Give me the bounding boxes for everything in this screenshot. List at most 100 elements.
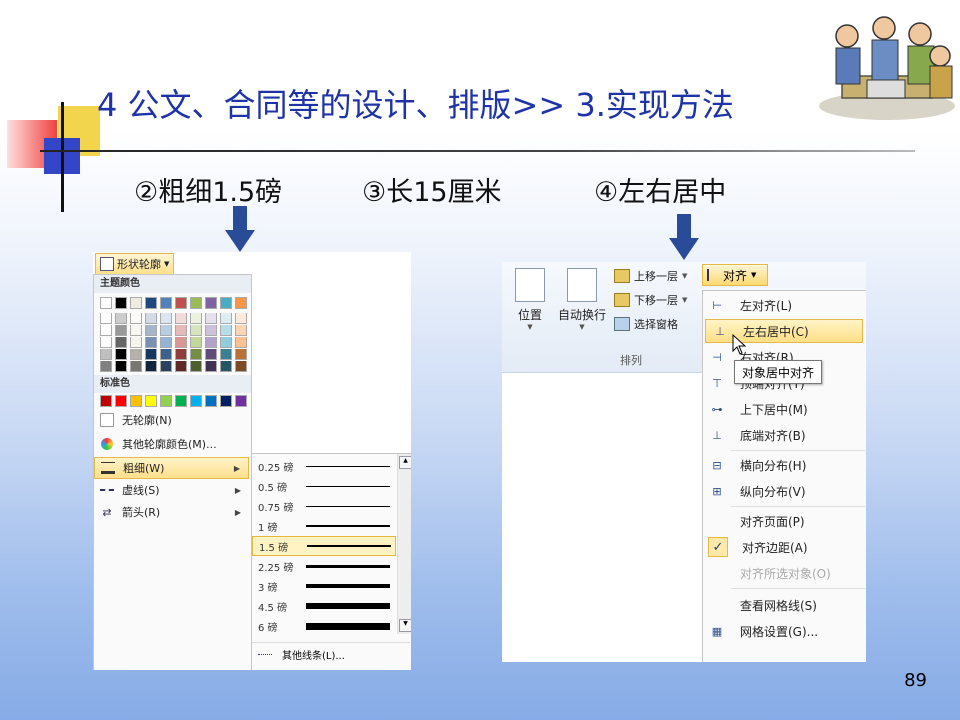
color-swatch[interactable] [175, 337, 187, 348]
selection-pane-button[interactable]: 选择窗格 [614, 316, 678, 332]
color-swatch[interactable] [160, 361, 172, 372]
color-swatch[interactable] [235, 395, 247, 407]
color-swatch[interactable] [130, 337, 142, 348]
line-weight-option[interactable]: 4.5 磅 [252, 596, 396, 616]
color-swatch[interactable] [115, 361, 127, 372]
color-swatch[interactable] [190, 313, 202, 324]
color-swatch[interactable] [100, 337, 112, 348]
align-bottom-item[interactable]: ⊥ 底端对齐(B) [703, 423, 865, 447]
color-swatch[interactable] [145, 349, 157, 360]
color-swatch[interactable] [190, 395, 202, 407]
color-swatch[interactable] [190, 325, 202, 336]
color-swatch[interactable] [115, 395, 127, 407]
color-swatch[interactable] [220, 325, 232, 336]
color-swatch[interactable] [235, 337, 247, 348]
bring-forward-button[interactable]: 上移一层 ▼ [614, 268, 687, 284]
view-gridlines-item[interactable]: 查看网格线(S) [703, 593, 865, 617]
color-swatch[interactable] [100, 395, 112, 407]
color-swatch[interactable] [100, 349, 112, 360]
send-backward-button[interactable]: 下移一层 ▼ [614, 292, 687, 308]
color-swatch[interactable] [175, 313, 187, 324]
color-swatch[interactable] [115, 337, 127, 348]
distribute-horizontal-item[interactable]: ⊟ 横向分布(H) [703, 453, 865, 477]
more-colors-item[interactable]: 其他轮廓颜色(M)... [94, 433, 249, 455]
color-swatch[interactable] [145, 325, 157, 336]
weight-item[interactable]: 粗细(W) ▶ [94, 457, 249, 479]
color-swatch[interactable] [205, 361, 217, 372]
color-swatch[interactable] [145, 337, 157, 348]
color-swatch[interactable] [160, 325, 172, 336]
color-swatch[interactable] [205, 297, 217, 309]
color-swatch[interactable] [115, 297, 127, 309]
arrows-item[interactable]: ⇄ 箭头(R) ▶ [94, 501, 249, 523]
color-swatch[interactable] [220, 313, 232, 324]
line-weight-option[interactable]: 1 磅 [252, 516, 396, 536]
align-left-item[interactable]: ⊢ 左对齐(L) [703, 293, 865, 317]
color-swatch[interactable] [175, 361, 187, 372]
color-swatch[interactable] [235, 325, 247, 336]
align-button[interactable]: 对齐 ▼ [702, 264, 768, 286]
color-swatch[interactable] [130, 395, 142, 407]
color-swatch[interactable] [205, 325, 217, 336]
color-swatch[interactable] [205, 395, 217, 407]
no-outline-item[interactable]: 无轮廓(N) [94, 409, 249, 431]
wrap-text-button[interactable]: 自动换行 ▼ [554, 268, 610, 331]
line-weight-option[interactable]: 2.25 磅 [252, 556, 396, 576]
color-swatch[interactable] [205, 313, 217, 324]
color-swatch[interactable] [130, 361, 142, 372]
color-swatch[interactable] [145, 297, 157, 309]
color-swatch[interactable] [235, 313, 247, 324]
color-swatch[interactable] [235, 349, 247, 360]
scroll-down-icon[interactable]: ▼ [399, 619, 411, 632]
distribute-vertical-item[interactable]: ⊞ 纵向分布(V) [703, 479, 865, 503]
color-swatch[interactable] [145, 361, 157, 372]
shape-outline-button[interactable]: 形状轮廓 ▼ [95, 253, 175, 275]
color-swatch[interactable] [175, 325, 187, 336]
color-swatch[interactable] [130, 313, 142, 324]
align-middle-item[interactable]: ⊶ 上下居中(M) [703, 397, 865, 421]
color-swatch[interactable] [220, 337, 232, 348]
align-to-page-item[interactable]: 对齐页面(P) [703, 509, 865, 533]
grid-settings-item[interactable]: ▦ 网格设置(G)... [703, 619, 865, 643]
color-swatch[interactable] [115, 313, 127, 324]
line-weight-option[interactable]: 3 磅 [252, 576, 396, 596]
color-swatch[interactable] [175, 349, 187, 360]
color-swatch[interactable] [190, 337, 202, 348]
scroll-up-icon[interactable]: ▲ [399, 456, 411, 469]
color-swatch[interactable] [160, 395, 172, 407]
dashes-item[interactable]: 虚线(S) ▶ [94, 479, 249, 501]
color-swatch[interactable] [205, 349, 217, 360]
color-swatch[interactable] [100, 325, 112, 336]
color-swatch[interactable] [220, 361, 232, 372]
color-swatch[interactable] [130, 297, 142, 309]
color-swatch[interactable] [145, 313, 157, 324]
color-swatch[interactable] [160, 297, 172, 309]
color-swatch[interactable] [205, 337, 217, 348]
color-swatch[interactable] [220, 395, 232, 407]
color-swatch[interactable] [130, 325, 142, 336]
color-swatch[interactable] [220, 349, 232, 360]
color-swatch[interactable] [190, 349, 202, 360]
color-swatch[interactable] [235, 297, 247, 309]
color-swatch[interactable] [115, 325, 127, 336]
color-swatch[interactable] [220, 297, 232, 309]
line-weight-option[interactable]: 0.5 磅 [252, 476, 396, 496]
color-swatch[interactable] [145, 395, 157, 407]
color-swatch[interactable] [130, 349, 142, 360]
line-weight-option[interactable]: 1.5 磅 [252, 536, 396, 556]
align-to-margin-item[interactable]: ✓ 对齐边距(A) [703, 535, 865, 559]
color-swatch[interactable] [190, 361, 202, 372]
color-swatch[interactable] [175, 297, 187, 309]
color-swatch[interactable] [160, 337, 172, 348]
align-center-item[interactable]: ⊥ 左右居中(C) [705, 319, 863, 343]
color-swatch[interactable] [235, 361, 247, 372]
color-swatch[interactable] [115, 349, 127, 360]
color-swatch[interactable] [100, 313, 112, 324]
color-swatch[interactable] [100, 297, 112, 309]
line-weight-option[interactable]: 6 磅 [252, 616, 396, 636]
position-button[interactable]: 位置 ▼ [512, 268, 548, 331]
line-weight-option[interactable]: 0.75 磅 [252, 496, 396, 516]
color-swatch[interactable] [160, 349, 172, 360]
color-swatch[interactable] [190, 297, 202, 309]
color-swatch[interactable] [100, 361, 112, 372]
